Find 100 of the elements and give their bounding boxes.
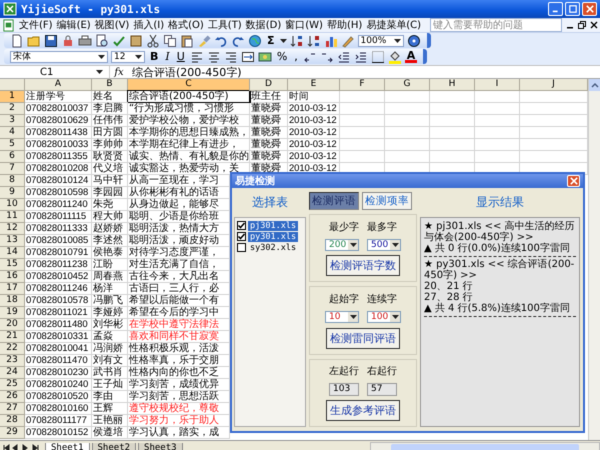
italic-button[interactable]: I — [163, 50, 172, 63]
action-button[interactable]: 检测雷同评语 — [326, 328, 400, 349]
font-dropdown[interactable]: 宋体 — [10, 50, 108, 62]
formula-field[interactable]: 综合评语(200-450字) — [128, 64, 242, 80]
menu-item[interactable]: 插入(I) — [133, 18, 164, 32]
number-dropdown[interactable]: 500 — [367, 238, 401, 251]
bold-button[interactable]: B — [148, 50, 160, 63]
row-header[interactable]: 9 — [0, 187, 25, 199]
row-header[interactable]: 28 — [0, 415, 25, 427]
row-header[interactable]: 20 — [0, 319, 25, 331]
table-cell: 王艳丽 — [92, 415, 128, 427]
input-field[interactable]: 103 — [329, 382, 359, 396]
row-header[interactable]: 4 — [0, 127, 25, 139]
row-header[interactable]: 8 — [0, 175, 25, 187]
row-header[interactable]: 1 — [0, 91, 25, 103]
column-header[interactable]: I — [475, 79, 520, 91]
row-header[interactable]: 23 — [0, 355, 25, 367]
menu-item[interactable]: 易捷菜单(C) — [366, 18, 422, 32]
table-cell: 本学期在纪律上有进步， — [128, 139, 250, 151]
table-cell: 070828010230 — [25, 367, 92, 379]
list-item[interactable]: pj301.xls — [248, 220, 298, 230]
number-dropdown[interactable]: 10 — [325, 310, 359, 323]
tab[interactable]: 检测项率 — [362, 192, 412, 210]
row-header[interactable]: 6 — [0, 151, 25, 163]
menu-item[interactable]: 窗口(W) — [285, 18, 323, 32]
column-header[interactable]: B — [92, 79, 128, 91]
table-cell: 070828010037 — [25, 103, 92, 115]
table-cell: 李帅帅 — [92, 139, 128, 151]
number-dropdown[interactable]: 100 — [367, 310, 401, 323]
row-header[interactable]: 29 — [0, 427, 25, 439]
table-cell: 2010-03-12 — [288, 103, 340, 115]
table-cell: 侯遵培 — [92, 427, 128, 439]
row-header[interactable]: 27 — [0, 403, 25, 415]
list-item[interactable]: py301.xls — [248, 232, 298, 242]
table-cell: 070828010240 — [25, 379, 92, 391]
row-header[interactable]: 3 — [0, 115, 25, 127]
field-label: 最少字 — [329, 220, 359, 234]
table-cell: 2010-03-12 — [288, 115, 340, 127]
action-button[interactable]: 检测评语字数 — [326, 255, 400, 276]
table-cell: 070828011355 — [25, 151, 92, 163]
row-header[interactable]: 17 — [0, 283, 25, 295]
column-header[interactable]: J — [520, 79, 588, 91]
table-cell: 刘有文 — [92, 355, 128, 367]
table-cell: 侯艳泰 — [92, 247, 128, 259]
function-button[interactable]: fx — [110, 66, 128, 78]
sum-button[interactable]: Σ — [265, 34, 277, 47]
row-header[interactable]: 18 — [0, 295, 25, 307]
row-header[interactable]: 16 — [0, 271, 25, 283]
row-header[interactable]: 11 — [0, 211, 25, 223]
font-size-dropdown[interactable]: 12 — [111, 50, 145, 62]
table-cell: 070828010160 — [25, 403, 92, 415]
list-item[interactable]: sy302.xls — [248, 242, 298, 252]
result-line: ★ pj301.xls << 高中生活的经历与体会(200-450字) >> — [424, 221, 576, 243]
sheet-tab[interactable]: Sheet2 — [92, 442, 136, 450]
column-header[interactable]: H — [430, 79, 475, 91]
row-header[interactable]: 24 — [0, 367, 25, 379]
sheet-tab[interactable]: Sheet3 — [138, 442, 183, 450]
help-search-field[interactable]: 键入需要帮助的问题 — [430, 18, 562, 32]
table-cell: 江盼 — [92, 259, 128, 271]
zoom-dropdown[interactable]: 100% — [358, 34, 404, 46]
table-cell: 070828010331 — [25, 331, 92, 343]
input-field[interactable]: 57 — [367, 382, 397, 396]
percent-button[interactable]: % — [274, 50, 290, 63]
row-header[interactable]: 26 — [0, 391, 25, 403]
row-header[interactable]: 2 — [0, 103, 25, 115]
menu-item[interactable]: 数据(D) — [246, 18, 282, 32]
comma-button[interactable]: , — [292, 50, 300, 63]
menu-item[interactable]: 工具(T) — [208, 18, 242, 32]
action-button[interactable]: 生成参考评语 — [326, 400, 400, 422]
table-cell: 2010-03-12 — [288, 139, 340, 151]
row-header[interactable]: 13 — [0, 235, 25, 247]
row-header[interactable]: 12 — [0, 223, 25, 235]
table-cell: 070828010085 — [25, 235, 92, 247]
column-header[interactable]: C — [128, 79, 250, 91]
menu-item[interactable]: 编辑(E) — [56, 18, 91, 32]
sheet-tab[interactable]: Sheet1 — [45, 442, 90, 450]
name-box[interactable]: C1 — [0, 66, 110, 78]
row-header[interactable]: 14 — [0, 247, 25, 259]
row-header[interactable]: 25 — [0, 379, 25, 391]
dialog-title: 易捷检测 — [235, 174, 276, 188]
column-header[interactable]: D — [250, 79, 288, 91]
column-header[interactable]: A — [25, 79, 92, 91]
table-cell: 马中轩 — [92, 175, 128, 187]
column-header[interactable]: F — [340, 79, 385, 91]
row-header[interactable]: 19 — [0, 307, 25, 319]
row-header[interactable]: 15 — [0, 259, 25, 271]
row-header[interactable]: 22 — [0, 343, 25, 355]
menu-item[interactable]: 文件(F) — [19, 18, 53, 32]
number-dropdown[interactable]: 200 — [325, 238, 359, 251]
row-header[interactable]: 10 — [0, 199, 25, 211]
column-header[interactable]: G — [385, 79, 430, 91]
column-header[interactable]: E — [288, 79, 340, 91]
table-cell: 班主任 — [250, 91, 288, 103]
menu-item[interactable]: 帮助(H) — [326, 18, 362, 32]
row-header[interactable]: 21 — [0, 331, 25, 343]
row-header[interactable]: 7 — [0, 163, 25, 175]
row-header[interactable]: 5 — [0, 139, 25, 151]
menu-item[interactable]: 视图(V) — [94, 18, 130, 32]
underline-button[interactable]: U — [174, 50, 187, 63]
menu-item[interactable]: 格式(O) — [168, 18, 204, 32]
